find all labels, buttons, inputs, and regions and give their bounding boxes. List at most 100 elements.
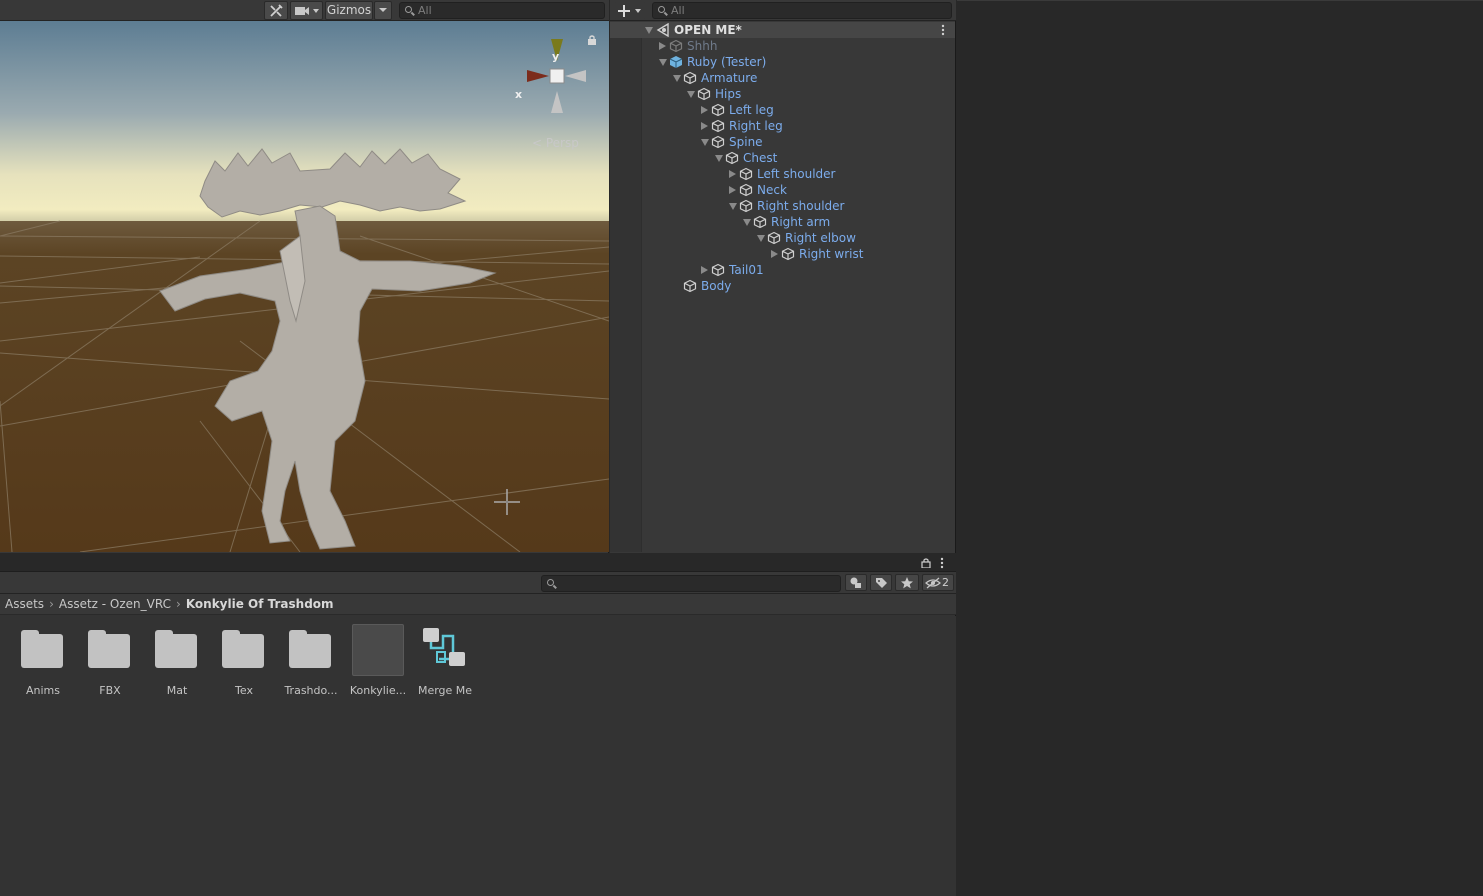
project-panel: 2 Assets › Assetz - Ozen_VRC › Konkylie Of T…: [0, 554, 956, 896]
gameobject-cube-icon: [711, 119, 725, 133]
gameobject-cube-icon: [711, 263, 725, 277]
expand-arrow-icon[interactable]: [645, 27, 653, 34]
hierarchy-item[interactable]: Left leg: [610, 102, 955, 118]
expand-arrow-icon[interactable]: [729, 203, 737, 210]
hierarchy-search-input[interactable]: All: [652, 2, 952, 19]
hierarchy-item[interactable]: Right elbow: [610, 230, 955, 246]
hierarchy-item[interactable]: Armature: [610, 70, 955, 86]
expand-arrow-icon[interactable]: [701, 139, 709, 146]
collapse-arrow-icon[interactable]: [659, 42, 666, 50]
more-options-icon[interactable]: [940, 557, 944, 569]
hierarchy-tree: OPEN ME* Shhh Ruby (Tester) Armature Hips Le…: [610, 22, 955, 552]
graph-nodes-icon: [419, 624, 471, 676]
breadcrumb: Assets › Assetz - Ozen_VRC › Konkylie Of Tra…: [5, 597, 334, 611]
expand-arrow-icon[interactable]: [687, 91, 695, 98]
hierarchy-item[interactable]: Right wrist: [610, 246, 955, 262]
hierarchy-item-label: Right wrist: [799, 247, 864, 261]
project-tabbar: [0, 554, 956, 572]
breadcrumb-item-current[interactable]: Konkylie Of Trashdom: [186, 597, 334, 611]
hierarchy-item[interactable]: Hips: [610, 86, 955, 102]
axis-x-label: x: [515, 88, 523, 101]
favorites-button[interactable]: [895, 574, 919, 591]
scene-view-panel: Gizmos All y x < Persp: [0, 0, 609, 553]
expand-arrow-icon[interactable]: [743, 219, 751, 226]
hierarchy-item[interactable]: Right arm: [610, 214, 955, 230]
collapse-arrow-icon[interactable]: [729, 186, 736, 194]
gameobject-cube-icon: [711, 103, 725, 117]
gameobject-cube-icon: [683, 279, 697, 293]
gizmos-dropdown-button[interactable]: [374, 1, 392, 20]
gameobject-cube-icon: [669, 39, 683, 53]
scene-header-row[interactable]: OPEN ME*: [610, 22, 955, 38]
more-options-icon[interactable]: [941, 24, 945, 36]
lock-icon[interactable]: [587, 35, 597, 45]
hierarchy-panel: All OPEN ME* Shhh Ruby (Tester) Armature Hi…: [610, 0, 956, 553]
hierarchy-item-label: Neck: [757, 183, 787, 197]
gameobject-cube-icon: [739, 183, 753, 197]
folder-icon: [84, 624, 136, 676]
gameobject-cube-icon: [739, 199, 753, 213]
scene-toolbar: Gizmos All: [0, 0, 609, 21]
expand-arrow-icon[interactable]: [673, 75, 681, 82]
tools-toggle-button[interactable]: [264, 1, 288, 20]
asset-grid: Anims FBX Mat Tex Trashdo... Konkylie... Merge…: [0, 616, 956, 896]
hierarchy-item-label: Tail01: [729, 263, 764, 277]
gameobject-cube-icon: [753, 215, 767, 229]
scene-viewport[interactable]: y x < Persp: [0, 21, 609, 552]
hierarchy-item[interactable]: Right leg: [610, 118, 955, 134]
hierarchy-item-label: Hips: [715, 87, 742, 101]
hierarchy-item[interactable]: Spine: [610, 134, 955, 150]
scene-search-input[interactable]: All: [399, 2, 605, 19]
hidden-packages-button[interactable]: 2: [922, 574, 954, 591]
search-by-label-button[interactable]: [870, 574, 892, 591]
asset-item[interactable]: Merge Me: [414, 624, 476, 697]
hierarchy-item-label: Body: [701, 279, 732, 293]
hierarchy-item-label: Right leg: [729, 119, 783, 133]
chevron-right-icon: ›: [176, 597, 181, 611]
hierarchy-item[interactable]: Right shoulder: [610, 198, 955, 214]
search-icon: [405, 6, 412, 13]
orientation-gizmo[interactable]: [515, 35, 595, 117]
collapse-arrow-icon[interactable]: [729, 170, 736, 178]
asset-item[interactable]: FBX: [79, 624, 141, 697]
scene-name: OPEN ME*: [674, 23, 742, 37]
hierarchy-item[interactable]: Ruby (Tester): [610, 54, 955, 70]
collapse-arrow-icon[interactable]: [701, 266, 708, 274]
projection-toggle[interactable]: < Persp: [532, 136, 579, 150]
lock-icon[interactable]: [921, 558, 931, 568]
gameobject-cube-icon: [683, 71, 697, 85]
hierarchy-item-label: Right elbow: [785, 231, 856, 245]
camera-settings-button[interactable]: [290, 1, 323, 20]
hierarchy-item[interactable]: Tail01: [610, 262, 955, 278]
hierarchy-item-label: Shhh: [687, 39, 718, 53]
asset-item[interactable]: Trashdo...: [280, 624, 342, 697]
breadcrumb-item-assetz[interactable]: Assetz - Ozen_VRC: [59, 597, 171, 611]
project-search-input[interactable]: [541, 575, 841, 592]
hierarchy-item[interactable]: Left shoulder: [610, 166, 955, 182]
gizmos-button[interactable]: Gizmos: [325, 1, 373, 20]
collapse-arrow-icon[interactable]: [771, 250, 778, 258]
eye-hidden-icon: [925, 577, 941, 589]
hierarchy-item-label: Spine: [729, 135, 763, 149]
asset-item[interactable]: Anims: [12, 624, 74, 697]
collapse-arrow-icon[interactable]: [701, 106, 708, 114]
hierarchy-item[interactable]: Shhh: [610, 38, 955, 54]
asset-item[interactable]: Tex: [213, 624, 275, 697]
hierarchy-item-label: Ruby (Tester): [687, 55, 767, 69]
hierarchy-item[interactable]: Neck: [610, 182, 955, 198]
axis-y-label: y: [552, 50, 560, 63]
collapse-arrow-icon[interactable]: [701, 122, 708, 130]
hierarchy-item[interactable]: Body: [610, 278, 955, 294]
prefab-cube-icon: [669, 55, 683, 69]
expand-arrow-icon[interactable]: [757, 235, 765, 242]
hierarchy-item[interactable]: Chest: [610, 150, 955, 166]
asset-item[interactable]: Mat: [146, 624, 208, 697]
expand-arrow-icon[interactable]: [715, 155, 723, 162]
plus-icon: [618, 5, 641, 17]
search-by-type-button[interactable]: [845, 574, 867, 591]
create-button[interactable]: [614, 1, 646, 20]
gameobject-cube-icon: [725, 151, 739, 165]
expand-arrow-icon[interactable]: [659, 59, 667, 66]
asset-item[interactable]: Konkylie...: [347, 624, 409, 697]
breadcrumb-item-assets[interactable]: Assets: [5, 597, 44, 611]
